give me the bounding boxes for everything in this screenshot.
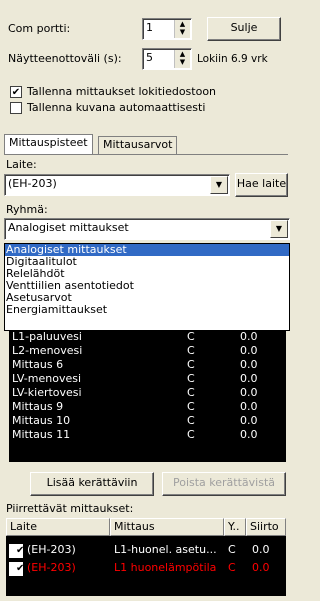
list-item[interactable]: L2-menovesi C 0.0 — [9, 344, 286, 358]
dropdown-option[interactable]: Energiamittaukset — [5, 304, 289, 316]
measurement-name: Mittaus 11 — [12, 428, 71, 441]
group-dropdown-list[interactable]: Analogiset mittaukset Digitaalitulot Rel… — [4, 243, 290, 331]
measurement-value: 0.0 — [240, 330, 258, 343]
list-item[interactable]: LV-menovesi C 0.0 — [9, 372, 286, 386]
checkmark-icon: ✔ — [16, 563, 25, 574]
row-measurement: L1-huonel. asetu... — [114, 543, 217, 556]
measurement-value: 0.0 — [240, 358, 258, 371]
measurement-value: 0.0 — [240, 428, 258, 441]
device-select[interactable]: (EH-203) ▼ — [4, 174, 230, 196]
find-device-button[interactable]: Hae laite — [235, 173, 288, 197]
plotted-table[interactable]: ✔ (EH-203) L1-huonel. asetu... C 0.0 ✔ (… — [6, 536, 286, 596]
device-value: (EH-203) — [8, 177, 57, 190]
measurement-type: C — [187, 372, 195, 385]
measurement-name: Mittaus 10 — [12, 414, 71, 427]
measurement-name: L1-paluuvesi — [12, 330, 82, 343]
measurement-type: C — [187, 358, 195, 371]
spin-arrows-icon[interactable]: ▲ ▼ — [174, 50, 190, 68]
spin-arrows-icon[interactable]: ▲ ▼ — [174, 20, 190, 38]
list-item[interactable]: L1-paluuvesi C 0.0 — [9, 330, 286, 344]
column-header-device[interactable]: Laite — [6, 518, 110, 536]
measurement-value: 0.0 — [240, 386, 258, 399]
group-value: Analogiset mittaukset — [8, 221, 129, 234]
tab-mittauspisteet[interactable]: Mittauspisteet — [4, 134, 93, 154]
measurement-type: C — [187, 414, 195, 427]
sample-interval-value: 5 — [146, 51, 153, 64]
measurement-value: 0.0 — [240, 400, 258, 413]
close-button[interactable]: Sulje — [207, 17, 281, 41]
measurement-name: LV-menovesi — [12, 372, 82, 385]
row-unit: C — [228, 561, 236, 574]
measurement-name: L2-menovesi — [12, 344, 83, 357]
row-unit: C — [228, 543, 236, 556]
save-image-checkbox[interactable] — [10, 102, 22, 114]
list-item[interactable]: Mittaus 9 C 0.0 — [9, 400, 286, 414]
measurement-name: Mittaus 6 — [12, 358, 64, 371]
list-item[interactable]: Mittaus 6 C 0.0 — [9, 358, 286, 372]
com-port-value: 1 — [146, 21, 153, 34]
row-device: (EH-203) — [27, 561, 76, 574]
com-port-label: Com portti: — [8, 22, 71, 35]
row-device: (EH-203) — [27, 543, 76, 556]
list-item[interactable]: LV-kiertovesi C 0.0 — [9, 386, 286, 400]
measurement-type: C — [187, 386, 195, 399]
log-days-label: Lokiin 6.9 vrk — [197, 53, 268, 65]
column-header-offset[interactable]: Siirto — [246, 518, 286, 536]
row-measurement: L1 huonelämpötila — [114, 561, 217, 574]
row-offset: 0.0 — [252, 543, 270, 556]
tab-divider — [4, 154, 288, 155]
com-port-spinner[interactable]: 1 ▲ ▼ — [142, 18, 192, 40]
plotted-label: Piirrettävät mittaukset: — [6, 502, 134, 515]
plot-checkbox[interactable]: ✔ — [9, 562, 25, 576]
chevron-down-icon[interactable]: ▼ — [210, 176, 228, 194]
table-row[interactable]: ✔ (EH-203) L1-huonel. asetu... C 0.0 — [6, 542, 286, 558]
checkmark-icon: ✔ — [16, 545, 25, 556]
column-header-measurement[interactable]: Mittaus — [110, 518, 224, 536]
group-label: Ryhmä: — [6, 203, 48, 216]
sample-interval-spinner[interactable]: 5 ▲ ▼ — [142, 48, 192, 70]
group-select[interactable]: Analogiset mittaukset ▼ — [4, 218, 290, 240]
add-to-collected-button[interactable]: Lisää kerättäviin — [30, 472, 154, 496]
measurement-value: 0.0 — [240, 344, 258, 357]
list-item[interactable]: Mittaus 10 C 0.0 — [9, 414, 286, 428]
device-label: Laite: — [6, 158, 37, 171]
table-row[interactable]: ✔ (EH-203) L1 huonelämpötila C 0.0 — [6, 560, 286, 576]
measurement-type: C — [187, 428, 195, 441]
sample-interval-label: Näytteenottoväli (s): — [8, 52, 122, 65]
remove-from-collected-button[interactable]: Poista kerättävistä — [162, 472, 286, 496]
save-image-label: Tallenna kuvana automaattisesti — [27, 101, 206, 114]
measurement-value: 0.0 — [240, 372, 258, 385]
plot-checkbox[interactable]: ✔ — [9, 544, 25, 558]
column-header-unit[interactable]: Y.. — [224, 518, 246, 536]
measurement-name: LV-kiertovesi — [12, 386, 82, 399]
save-logs-label: Tallenna mittaukset lokitiedostoon — [27, 85, 217, 98]
list-item[interactable]: Mittaus 11 C 0.0 — [9, 428, 286, 442]
measurement-list[interactable]: L1-paluuvesi C 0.0 L2-menovesi C 0.0 Mit… — [9, 330, 286, 462]
chevron-down-icon[interactable]: ▼ — [270, 220, 288, 238]
checkmark-icon: ✔ — [11, 87, 21, 98]
tab-mittausarvot[interactable]: Mittausarvot — [98, 136, 178, 154]
measurement-type: C — [187, 330, 195, 343]
measurement-type: C — [187, 400, 195, 413]
row-offset: 0.0 — [252, 561, 270, 574]
measurement-type: C — [187, 344, 195, 357]
measurement-name: Mittaus 9 — [12, 400, 64, 413]
measurement-value: 0.0 — [240, 414, 258, 427]
save-logs-checkbox[interactable]: ✔ — [10, 86, 22, 98]
